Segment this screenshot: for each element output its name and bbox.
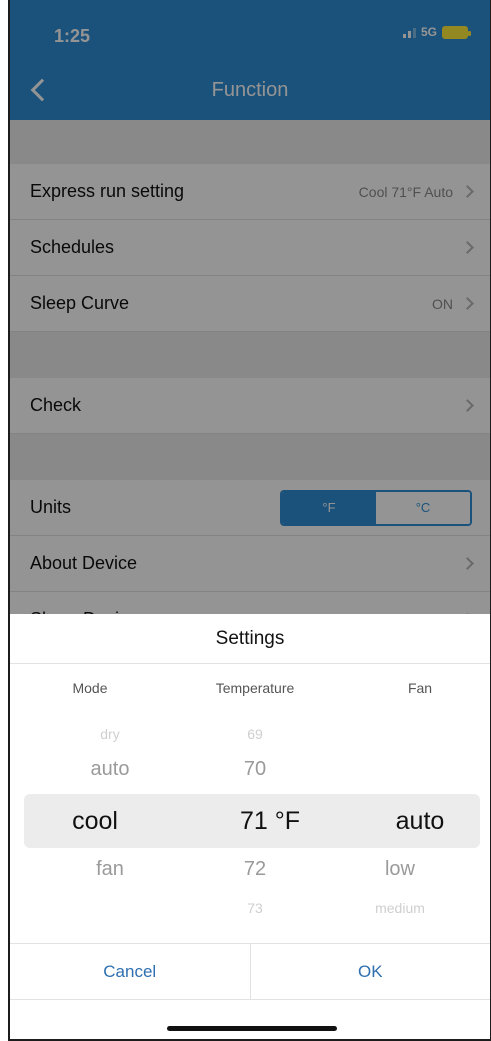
- mode-option-fan[interactable]: fan: [50, 858, 170, 881]
- mode-option-cool-selected[interactable]: cool: [35, 807, 155, 836]
- temperature-option-69[interactable]: 69: [200, 726, 310, 742]
- settings-picker-sheet: Settings Mode Temperature Fan dry auto c…: [10, 614, 490, 1039]
- temperature-option-71-selected[interactable]: 71 °F: [200, 807, 340, 836]
- temperature-option-70[interactable]: 70: [200, 758, 310, 781]
- fan-option-medium[interactable]: medium: [340, 900, 460, 916]
- phone-screen: 1:25 5G Function Express run setting Coo…: [8, 0, 491, 1041]
- fan-column-header: Fan: [407, 680, 433, 696]
- divider: [10, 663, 490, 664]
- home-indicator[interactable]: [167, 1026, 337, 1031]
- temperature-option-72[interactable]: 72: [200, 858, 310, 881]
- picker-actions: Cancel OK: [10, 943, 490, 1000]
- mode-option-auto[interactable]: auto: [50, 758, 170, 781]
- temperature-column-header: Temperature: [215, 680, 295, 696]
- fan-option-low[interactable]: low: [340, 858, 460, 881]
- temperature-option-73[interactable]: 73: [200, 900, 310, 916]
- ok-button[interactable]: OK: [251, 944, 491, 999]
- mode-option-dry[interactable]: dry: [50, 726, 170, 742]
- mode-column-header: Mode: [72, 680, 108, 696]
- fan-option-auto-selected[interactable]: auto: [360, 807, 480, 836]
- picker-title: Settings: [215, 628, 285, 649]
- cancel-button[interactable]: Cancel: [10, 944, 251, 999]
